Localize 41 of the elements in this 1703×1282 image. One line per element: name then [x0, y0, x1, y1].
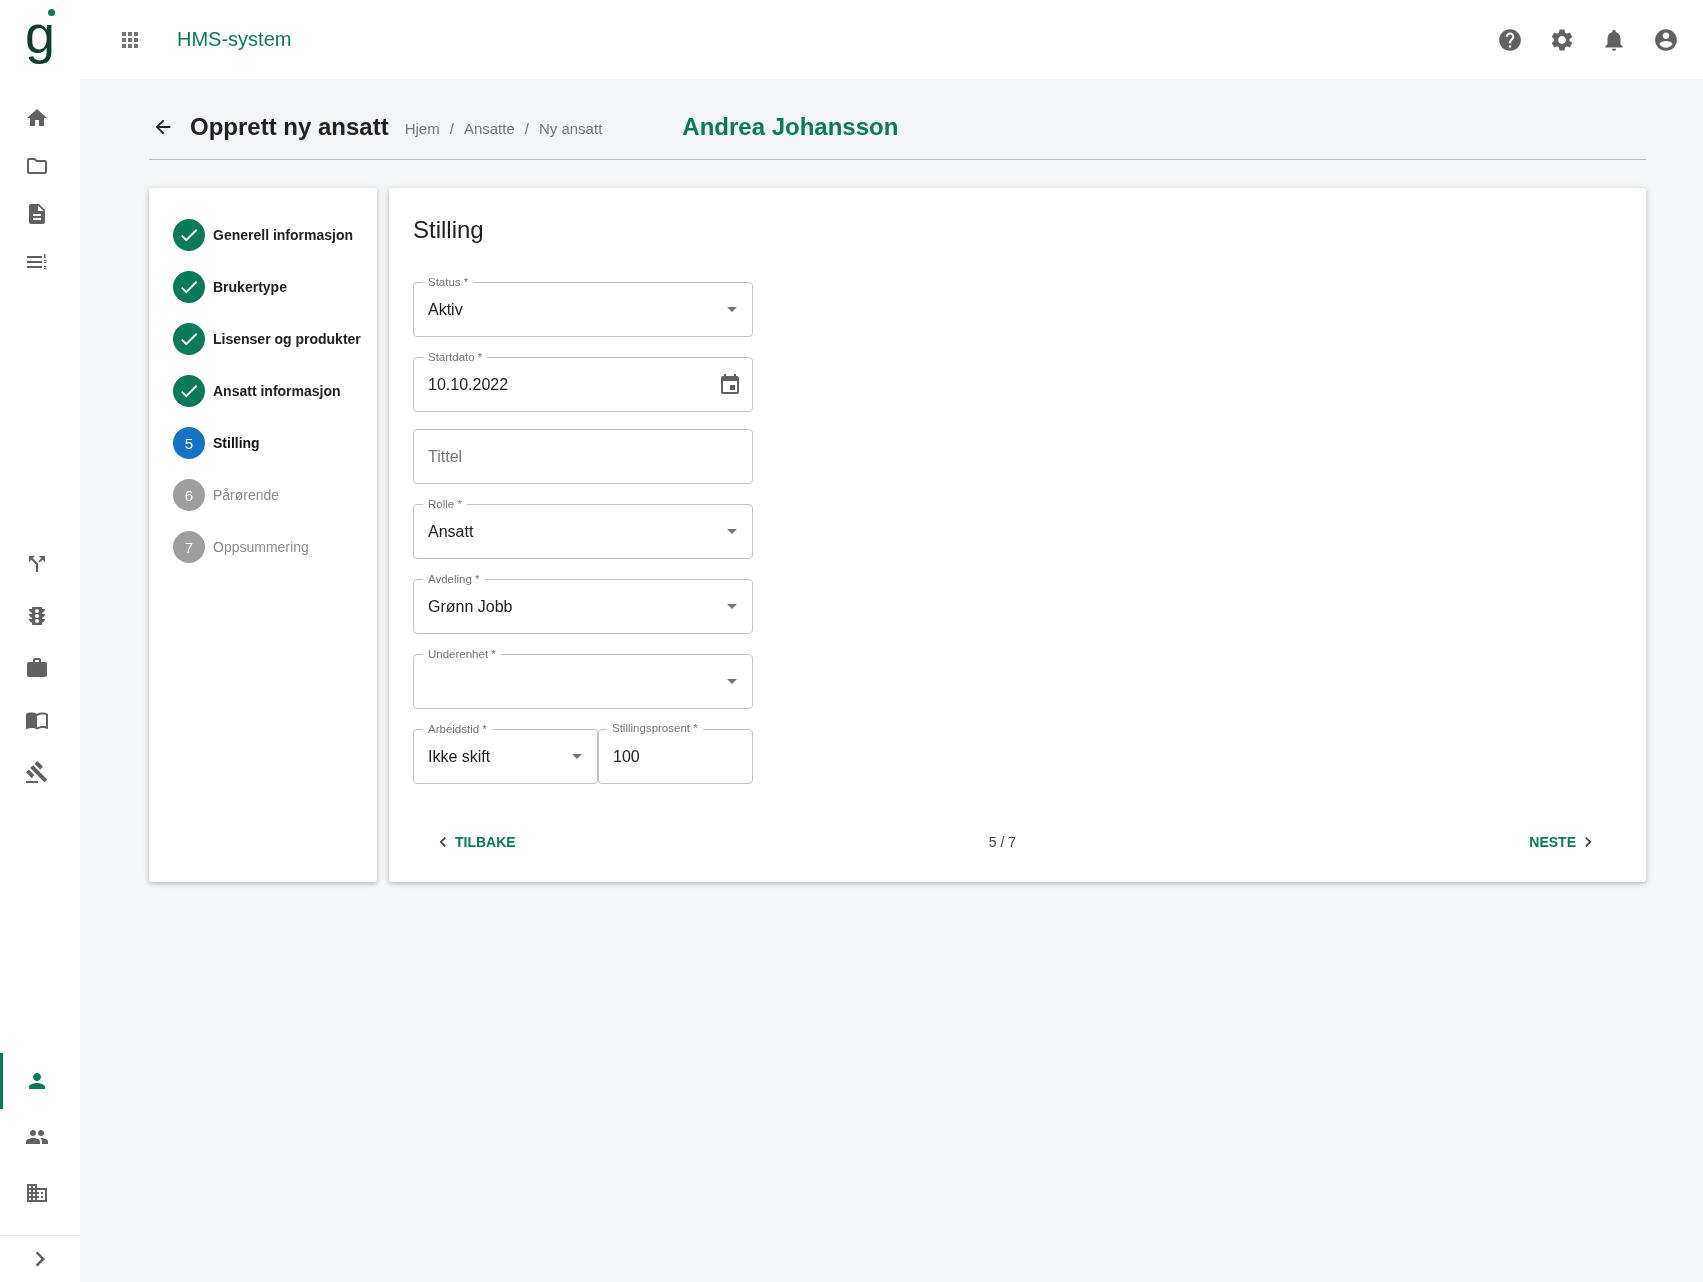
step-label[interactable]: Brukertype	[213, 279, 287, 295]
step-label[interactable]: Oppsummering	[213, 539, 309, 555]
step-number: 6	[173, 479, 205, 511]
field-label: Startdato *	[423, 350, 488, 364]
page-title: Opprett ny ansatt	[190, 113, 389, 141]
account-icon[interactable]	[1653, 26, 1679, 53]
field-label: Stillingsprosent *	[607, 721, 703, 735]
field-label: Avdeling *	[423, 572, 485, 586]
step-label[interactable]: Stilling	[213, 435, 260, 451]
step-counter: 5 / 7	[988, 834, 1017, 850]
breadcrumb-separator: /	[524, 119, 529, 137]
field-label: Status *	[423, 275, 474, 289]
breadcrumb-separator: /	[449, 119, 454, 137]
dropdown-caret-icon	[727, 604, 737, 609]
step-label[interactable]: Ansatt informasjon	[213, 383, 341, 399]
calendar-icon[interactable]	[718, 372, 742, 397]
building-icon	[25, 1181, 49, 1205]
dropdown-caret-icon	[727, 679, 737, 684]
breadcrumb-link[interactable]: Ansatte	[463, 119, 515, 137]
step-label[interactable]: Generell informasjon	[213, 227, 354, 243]
section-title: Stilling	[413, 216, 485, 244]
step-number: 7	[173, 531, 205, 563]
help-icon[interactable]	[1497, 26, 1523, 53]
back-button[interactable]: TILBAKE	[425, 826, 524, 858]
gavel-icon	[25, 760, 49, 784]
step-number: 5	[173, 427, 205, 459]
dropdown-caret-icon	[572, 754, 582, 759]
briefcase-icon	[25, 656, 49, 680]
step-label[interactable]: Pårørende	[213, 487, 280, 503]
breadcrumb-link[interactable]: Ny ansatt	[538, 119, 603, 137]
employee-name: Andrea Johansson	[682, 113, 899, 141]
step-label[interactable]: Lisenser og produkter	[213, 331, 361, 347]
next-button[interactable]: NESTE	[1521, 826, 1606, 858]
breadcrumb-link[interactable]: Hjem	[404, 119, 440, 137]
dropdown-caret-icon	[727, 307, 737, 312]
text-field[interactable]: Tittel	[413, 429, 753, 484]
field-label: Underenhet *	[423, 647, 501, 661]
field-label: Arbeidstid *	[423, 722, 492, 736]
dropdown-caret-icon	[727, 529, 737, 534]
app-title: HMS-system	[177, 28, 292, 51]
field-label: Rolle *	[423, 497, 467, 511]
